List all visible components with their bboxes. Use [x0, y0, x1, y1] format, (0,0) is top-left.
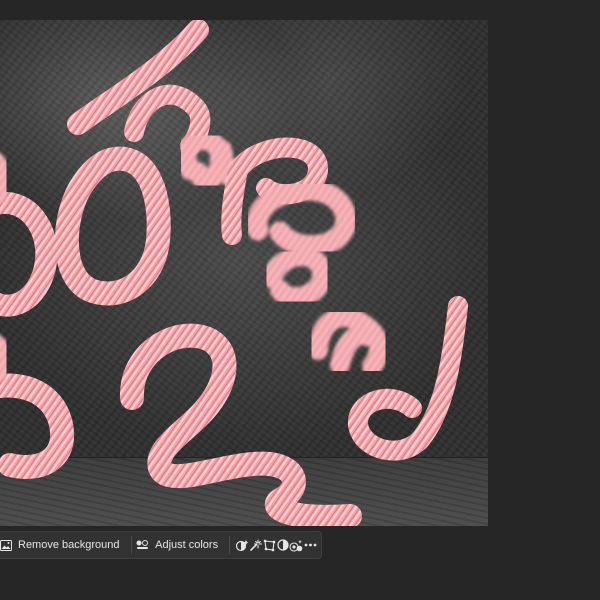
- tube-digit-2: [120, 323, 362, 526]
- transform-button[interactable]: [262, 535, 276, 555]
- tube-letter-p-second: [246, 179, 357, 257]
- tube-letter-n: [308, 307, 389, 376]
- tube-digit-0-left: [0, 192, 58, 317]
- mask-button[interactable]: [235, 535, 249, 555]
- toolbar-divider: [130, 536, 132, 554]
- magic-select-button[interactable]: [249, 535, 263, 555]
- tube-letter-e: [262, 246, 332, 308]
- adjust-colors-label: Adjust colors: [155, 539, 219, 551]
- canvas-image[interactable]: [0, 20, 488, 526]
- tube-digit-0: [54, 146, 171, 306]
- magic-wand-icon: [249, 538, 262, 552]
- contrast-circle-icon: [277, 539, 289, 551]
- crop-transform-icon: [263, 539, 276, 552]
- workspace: Remove background Adjust colors: [0, 0, 600, 600]
- remove-background-label: Remove background: [18, 539, 120, 551]
- contextual-taskbar: Remove background Adjust colors: [0, 531, 322, 559]
- tube-digit-5-partial: [0, 373, 75, 479]
- toolbar-divider: [229, 536, 230, 554]
- mask-icon: [235, 539, 249, 552]
- more-horizontal-icon: [304, 543, 317, 547]
- tube-fragment-left: [0, 153, 14, 380]
- adjust-colors-button[interactable]: Adjust colors: [136, 535, 224, 555]
- tube-letter-h: [67, 20, 211, 156]
- pink-tube-lettering: [0, 20, 468, 526]
- image-icon: [0, 539, 12, 551]
- adjust-colors-icon: [136, 540, 149, 550]
- contrast-button[interactable]: [276, 535, 290, 555]
- effects-icon: [289, 539, 303, 552]
- more-options-button[interactable]: [303, 535, 317, 555]
- effects-button[interactable]: [289, 535, 303, 555]
- remove-background-button[interactable]: Remove background: [0, 535, 126, 555]
